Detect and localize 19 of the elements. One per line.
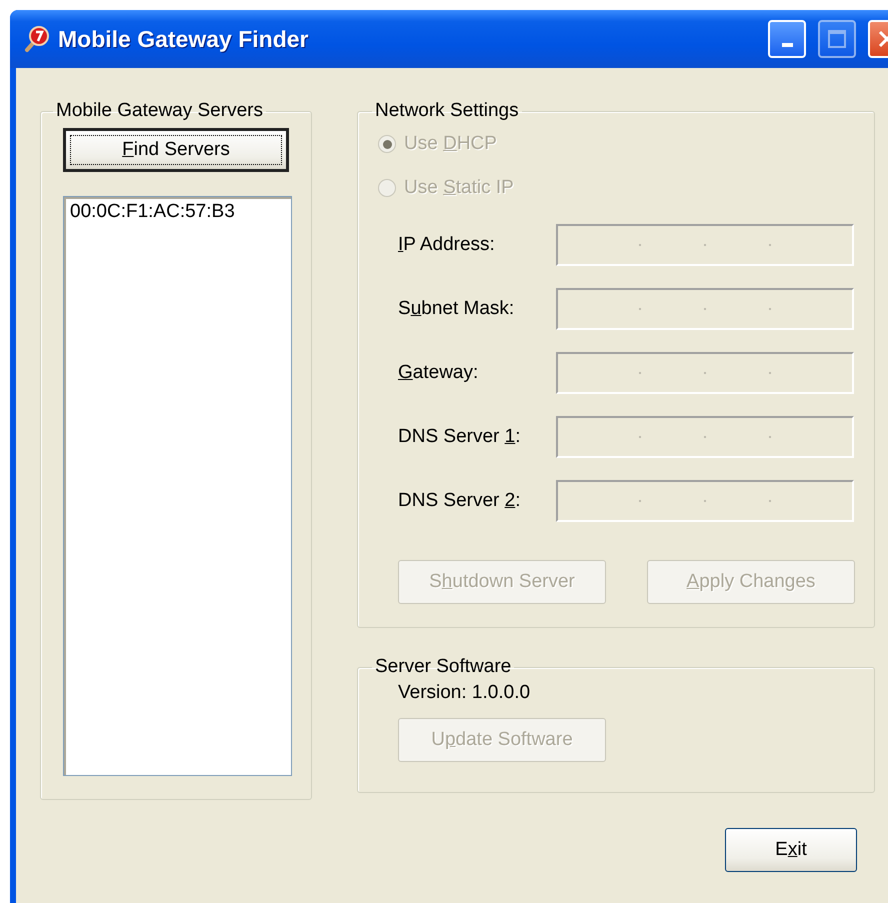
maximize-icon (827, 29, 847, 49)
window-title: Mobile Gateway Finder (58, 26, 308, 52)
field-label: DNS Server 1: (398, 426, 522, 448)
minimize-icon (782, 43, 792, 47)
group-title: Network Settings (374, 100, 520, 122)
minimize-button[interactable] (768, 20, 806, 58)
magnifier-icon (24, 25, 50, 53)
find-servers-button[interactable]: Find Servers (63, 128, 289, 172)
field-label: DNS Server 2: (398, 490, 522, 512)
version-text: Version: 1.0.0.0 (398, 682, 532, 704)
field-label: Subnet Mask: (398, 298, 516, 320)
maximize-button[interactable] (818, 20, 856, 58)
field-label: Gateway: (398, 362, 480, 384)
group-title: Mobile Gateway Servers (55, 100, 264, 122)
field-label: IP Address: (398, 234, 496, 256)
server-list-item[interactable]: 00:0C:F1:AC:57:B3 (70, 201, 235, 223)
exit-button[interactable]: Exit (725, 828, 857, 872)
server-list[interactable]: 00:0C:F1:AC:57:B3 (63, 196, 292, 776)
group-title: Server Software (374, 656, 512, 678)
